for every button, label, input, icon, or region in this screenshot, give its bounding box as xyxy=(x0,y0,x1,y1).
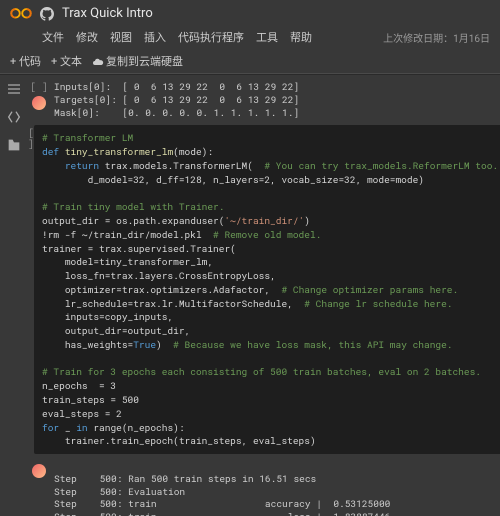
toc-icon[interactable] xyxy=(6,81,22,97)
copy-to-drive-label: 复制到云端硬盘 xyxy=(106,55,183,68)
cell-gutter xyxy=(28,458,50,516)
snippets-icon[interactable] xyxy=(6,109,22,125)
output-cell-1: [ ] Inputs[0]: [ 0 6 13 29 22 0 6 13 29 … xyxy=(28,79,492,121)
code-editor[interactable]: # Transformer LM def tiny_transformer_lm… xyxy=(34,125,500,454)
avatar xyxy=(32,464,46,478)
training-output: Step 500: Ran 500 train steps in 16.51 s… xyxy=(50,458,492,516)
last-modified-label: 上次修改日期：1月16日 xyxy=(383,30,490,45)
files-icon[interactable] xyxy=(6,137,22,153)
github-icon xyxy=(40,7,54,21)
add-code-button[interactable]: + 代码 xyxy=(10,53,41,69)
cell-gutter: [ ] xyxy=(28,79,50,121)
output-text: Inputs[0]: [ 0 6 13 29 22 0 6 13 29 22] … xyxy=(50,79,492,121)
copy-to-drive-button[interactable]: 复制到云端硬盘 xyxy=(92,53,183,69)
exec-indicator: [ ] xyxy=(30,83,48,94)
avatar xyxy=(32,96,46,110)
add-text-button[interactable]: + 文本 xyxy=(51,53,82,69)
menu-runtime[interactable]: 代码执行程序 xyxy=(178,29,244,45)
title-row: Trax Quick Intro xyxy=(0,0,500,27)
left-sidebar xyxy=(0,75,28,516)
notebook-content: [ ] Inputs[0]: [ 0 6 13 29 22 0 6 13 29 … xyxy=(28,75,500,516)
menu-tools[interactable]: 工具 xyxy=(256,29,278,45)
menu-file[interactable]: 文件 xyxy=(42,29,64,45)
output-cell-2: Step 500: Ran 500 train steps in 16.51 s… xyxy=(28,458,492,516)
menu-edit[interactable]: 修改 xyxy=(76,29,98,45)
notebook-title[interactable]: Trax Quick Intro xyxy=(62,6,153,21)
menu-insert[interactable]: 插入 xyxy=(144,29,166,45)
menu-view[interactable]: 视图 xyxy=(110,29,132,45)
colab-logo-icon xyxy=(10,7,32,21)
header: Trax Quick Intro 文件 修改 视图 插入 代码执行程序 工具 帮… xyxy=(0,0,500,75)
menu-bar: 文件 修改 视图 插入 代码执行程序 工具 帮助 上次修改日期：1月16日 xyxy=(0,27,500,49)
body-area: [ ] Inputs[0]: [ 0 6 13 29 22 0 6 13 29 … xyxy=(0,75,500,516)
menu-help[interactable]: 帮助 xyxy=(290,29,312,45)
cloud-icon xyxy=(92,56,104,68)
code-cell[interactable]: [ ] # Transformer LM def tiny_transforme… xyxy=(28,125,492,454)
toolbar: + 代码 + 文本 复制到云端硬盘 xyxy=(0,49,500,74)
